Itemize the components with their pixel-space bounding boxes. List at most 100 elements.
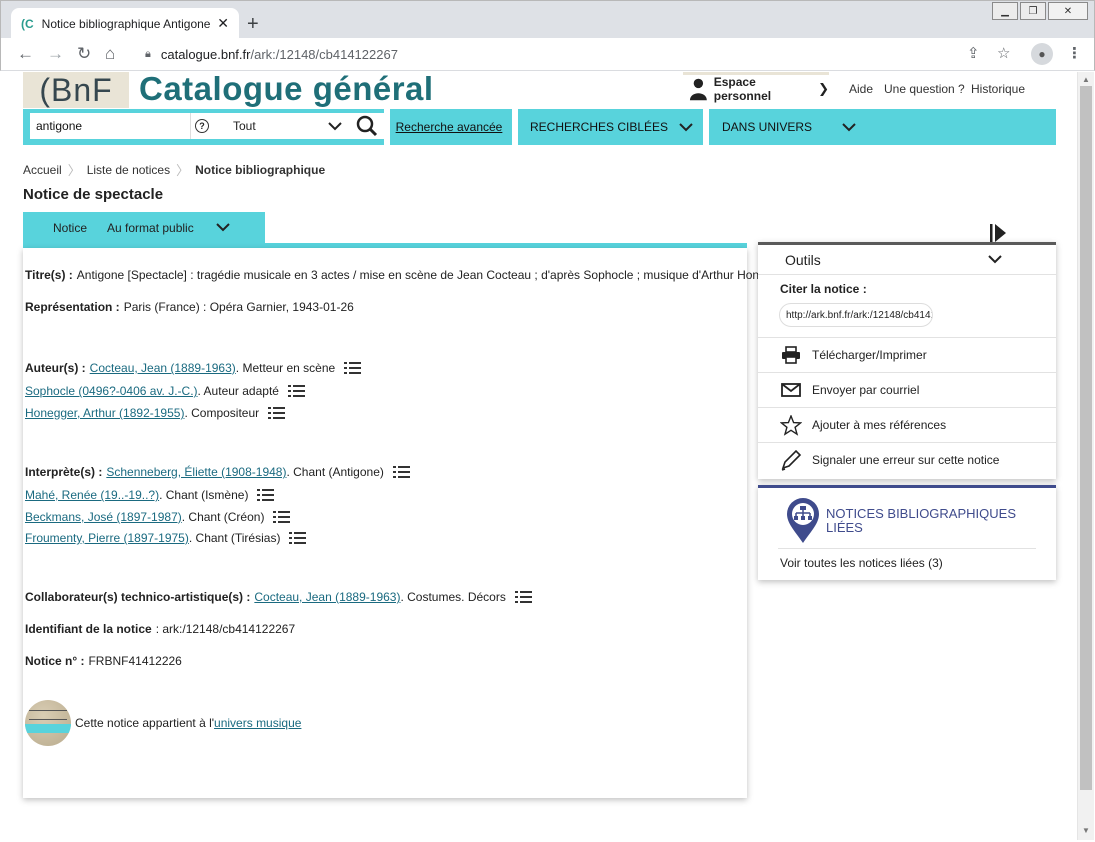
- espace-personnel-menu[interactable]: Espace personnel ❯: [683, 72, 829, 103]
- interprete-link[interactable]: Schenneberg, Éliette (1908-1948): [106, 465, 286, 479]
- interprete-link[interactable]: Mahé, Renée (19..-19..?): [25, 488, 159, 502]
- breadcrumb-home[interactable]: Accueil: [23, 163, 62, 177]
- chevron-down-icon: [988, 255, 1002, 264]
- search-scope-value: Tout: [233, 119, 256, 133]
- bookmark-star-icon[interactable]: ☆: [997, 44, 1010, 62]
- univers-musique-link[interactable]: univers musique: [214, 716, 301, 730]
- add-reference-button[interactable]: Ajouter à mes références: [758, 407, 1056, 442]
- tools-title: Outils: [785, 251, 821, 268]
- help-icon[interactable]: ?: [195, 119, 209, 133]
- list-icon[interactable]: [392, 465, 410, 479]
- univers-text: Cette notice appartient à l': [75, 716, 215, 730]
- dans-univers-label: DANS UNIVERS: [722, 120, 813, 134]
- printer-icon: [780, 344, 802, 366]
- scroll-up-icon[interactable]: ▲: [1082, 75, 1090, 84]
- envelope-icon: [780, 379, 802, 401]
- forward-icon[interactable]: →: [47, 44, 64, 64]
- email-button[interactable]: Envoyer par courriel: [758, 372, 1056, 407]
- auteur-role: . Compositeur: [184, 406, 260, 420]
- linked-notices-header: NOTICES BIBLIOGRAPHIQUES LIÉES: [786, 498, 1026, 544]
- ident-value: : ark:/12148/cb414122267: [155, 622, 296, 636]
- window-close-icon[interactable]: ✕: [1048, 2, 1088, 20]
- record-auteur: Sophocle (0496?-0406 av. J.-C.) . Auteur…: [25, 384, 305, 398]
- titre-value: Antigone [Spectacle] : tragédie musicale…: [76, 268, 790, 282]
- minimize-icon[interactable]: ▁: [992, 2, 1018, 20]
- collab-link[interactable]: Cocteau, Jean (1889-1963): [254, 590, 400, 604]
- record-auteur: Honegger, Arthur (1892-1955) . Composite…: [25, 406, 286, 420]
- list-icon[interactable]: [273, 510, 291, 524]
- record-interprete: Froumenty, Pierre (1897-1975) . Chant (T…: [25, 531, 307, 545]
- notice-format-tab[interactable]: Notice Au format public: [23, 212, 265, 243]
- view-linked-notices-link[interactable]: Voir toutes les notices liées (3): [780, 556, 943, 570]
- interpretes-label: Interprète(s) :: [25, 465, 103, 479]
- restore-icon[interactable]: ❐: [1020, 2, 1046, 20]
- lock-icon: 🔒︎: [145, 48, 151, 60]
- report-error-button[interactable]: Signaler une erreur sur cette notice: [758, 442, 1056, 477]
- record-titre: Titre(s) : Antigone [Spectacle] : tragéd…: [25, 268, 790, 282]
- search-scope-select[interactable]: ? Tout: [190, 113, 350, 139]
- recherches-ciblees-label: RECHERCHES CIBLÉES: [530, 120, 669, 134]
- pencil-icon: [780, 449, 802, 471]
- num-value: FRBNF41412226: [88, 654, 182, 668]
- notice-format-label: Au format public: [107, 220, 194, 235]
- address-bar[interactable]: 🔒︎ catalogue.bnf.fr/ark:/12148/cb4141222…: [131, 41, 1026, 68]
- collapse-panel-icon[interactable]: [988, 223, 1008, 243]
- browser-menu-icon[interactable]: ⋮: [1067, 44, 1082, 62]
- interprete-link[interactable]: Froumenty, Pierre (1897-1975): [25, 531, 189, 545]
- new-tab-button[interactable]: +: [247, 13, 259, 36]
- reload-icon[interactable]: ↻: [77, 44, 91, 64]
- dans-univers-menu[interactable]: DANS UNIVERS: [709, 109, 1056, 145]
- report-error-label: Signaler une erreur sur cette notice: [812, 453, 1000, 467]
- cite-url-field[interactable]: http://ark.bnf.fr/ark:/12148/cb414122267: [779, 303, 933, 327]
- historique-link[interactable]: Historique: [971, 82, 1025, 96]
- auteur-link[interactable]: Honegger, Arthur (1892-1955): [25, 406, 184, 420]
- browser-toolbar: ← → ↻ ⌂ 🔒︎ catalogue.bnf.fr/ark:/12148/c…: [0, 38, 1095, 71]
- list-icon[interactable]: [344, 361, 362, 375]
- notice-tab-label: Notice: [53, 220, 88, 235]
- auteur-link[interactable]: Cocteau, Jean (1889-1963): [90, 361, 236, 375]
- collab-role: . Costumes. Décors: [400, 590, 506, 604]
- interprete-role: . Chant (Ismène): [159, 488, 249, 502]
- question-link[interactable]: Une question ?: [884, 82, 965, 96]
- url-host: catalogue.bnf.fr: [160, 47, 251, 62]
- scrollbar-thumb[interactable]: [1080, 86, 1092, 790]
- browser-tab[interactable]: (C Notice bibliographique Antigone ✕: [11, 8, 239, 39]
- record-auteur: Auteur(s) : Cocteau, Jean (1889-1963) . …: [25, 361, 362, 375]
- catalogue-title[interactable]: Catalogue général: [139, 72, 434, 108]
- music-score-image: [25, 700, 71, 746]
- profile-avatar-icon[interactable]: ●: [1031, 43, 1053, 65]
- chevron-down-icon: [842, 122, 856, 131]
- recherches-ciblees-menu[interactable]: RECHERCHES CIBLÉES: [518, 109, 703, 145]
- home-icon[interactable]: ⌂: [105, 44, 115, 64]
- list-icon[interactable]: [287, 384, 305, 398]
- interprete-role: . Chant (Tirésias): [188, 531, 281, 545]
- chevron-down-icon: ❯: [818, 80, 829, 96]
- univers-musique: Cette notice appartient à l' univers musi…: [25, 700, 301, 746]
- download-print-button[interactable]: Télécharger/Imprimer: [758, 337, 1056, 372]
- breadcrumb-separator-icon: 〉: [67, 163, 81, 178]
- search-submit-button[interactable]: [350, 113, 384, 139]
- bnf-logo[interactable]: (BnF: [23, 72, 129, 108]
- tools-header[interactable]: Outils: [758, 245, 1056, 275]
- auteur-role: . Auteur adapté: [197, 384, 279, 398]
- list-icon[interactable]: [289, 531, 307, 545]
- ident-label: Identifiant de la notice: [25, 622, 152, 636]
- aide-link[interactable]: Aide: [849, 82, 873, 96]
- page-scrollbar[interactable]: ▲ ▼: [1077, 72, 1094, 840]
- record-representation: Représentation : Paris (France) : Opéra …: [25, 300, 354, 314]
- tab-title: Notice bibliographique Antigone: [41, 16, 211, 31]
- breadcrumb-list[interactable]: Liste de notices: [87, 163, 170, 177]
- close-tab-icon[interactable]: ✕: [217, 15, 229, 32]
- list-icon[interactable]: [514, 590, 532, 604]
- email-label: Envoyer par courriel: [812, 383, 920, 397]
- interprete-link[interactable]: Beckmans, José (1897-1987): [25, 510, 182, 524]
- auteur-link[interactable]: Sophocle (0496?-0406 av. J.-C.): [25, 384, 198, 398]
- search-input[interactable]: antigone: [30, 113, 190, 139]
- list-icon[interactable]: [257, 488, 275, 502]
- back-icon[interactable]: ←: [17, 44, 34, 64]
- scroll-down-icon[interactable]: ▼: [1082, 826, 1090, 835]
- titre-label: Titre(s) :: [25, 268, 73, 282]
- list-icon[interactable]: [268, 406, 286, 420]
- share-icon[interactable]: ⇪: [967, 44, 980, 62]
- advanced-search-link[interactable]: Recherche avancée: [396, 120, 503, 134]
